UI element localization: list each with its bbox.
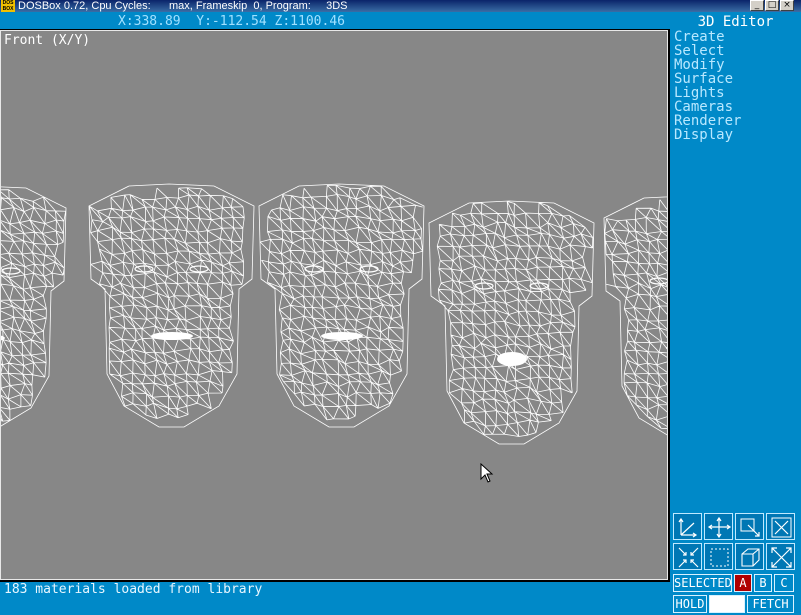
- menu-cameras[interactable]: Cameras: [674, 100, 741, 114]
- menu-lights[interactable]: Lights: [674, 86, 741, 100]
- wireframe-face: [428, 200, 595, 445]
- menu-display[interactable]: Display: [674, 128, 741, 142]
- select-b-button[interactable]: B: [754, 574, 772, 592]
- fullscreen-icon[interactable]: [766, 543, 795, 570]
- title-bar: DOS BOX DOSBox 0.72, Cpu Cycles: max, Fra…: [0, 0, 801, 12]
- wireframe-faces: [1, 183, 667, 445]
- menu-renderer[interactable]: Renderer: [674, 114, 741, 128]
- window-title: DOSBox 0.72, Cpu Cycles: max, Frameskip …: [18, 0, 348, 12]
- wireframe-face: [88, 183, 255, 428]
- fetch-button[interactable]: FETCH: [747, 595, 794, 613]
- zoom-extents-icon[interactable]: [673, 543, 702, 570]
- zoom-window-icon[interactable]: [735, 513, 764, 540]
- menu-select[interactable]: Select: [674, 44, 741, 58]
- select-a-button[interactable]: A: [734, 574, 752, 592]
- editor-panel: 3D Editor Create Select Modify Surface L…: [670, 12, 801, 615]
- move-icon[interactable]: [704, 513, 733, 540]
- viewport-label: Front (X/Y): [4, 33, 91, 48]
- coordinate-strip: X:338.89 Y:-112.54 Z:1100.46: [0, 12, 670, 29]
- status-bar: 183 materials loaded from library: [0, 582, 670, 615]
- wireframe-face: [258, 183, 425, 428]
- coordinate-readout: X:338.89 Y:-112.54 Z:1100.46: [118, 14, 345, 29]
- close-button[interactable]: ×: [780, 0, 794, 11]
- hold-slot: [709, 595, 745, 613]
- hold-button[interactable]: HOLD: [673, 595, 707, 613]
- wireframe-face: [603, 196, 667, 436]
- box-view-icon[interactable]: [735, 543, 764, 570]
- status-message: 183 materials loaded from library: [4, 582, 263, 597]
- close-view-icon[interactable]: [766, 513, 795, 540]
- front-viewport[interactable]: Front (X/Y): [0, 30, 668, 580]
- minimize-button[interactable]: _: [750, 0, 764, 11]
- dosbox-icon: DOS BOX: [1, 0, 15, 12]
- wireframe-face: [1, 186, 67, 427]
- axis-icon[interactable]: [673, 513, 702, 540]
- maximize-button[interactable]: □: [765, 0, 779, 11]
- region-icon[interactable]: [704, 543, 733, 570]
- select-c-button[interactable]: C: [774, 574, 794, 592]
- menu-surface[interactable]: Surface: [674, 72, 741, 86]
- selected-label: SELECTED: [673, 574, 732, 592]
- panel-title: 3D Editor: [697, 14, 774, 30]
- mouse-pointer-icon: [480, 463, 494, 483]
- editor-menu: Create Select Modify Surface Lights Came…: [674, 30, 741, 142]
- menu-create[interactable]: Create: [674, 30, 741, 44]
- menu-modify[interactable]: Modify: [674, 58, 741, 72]
